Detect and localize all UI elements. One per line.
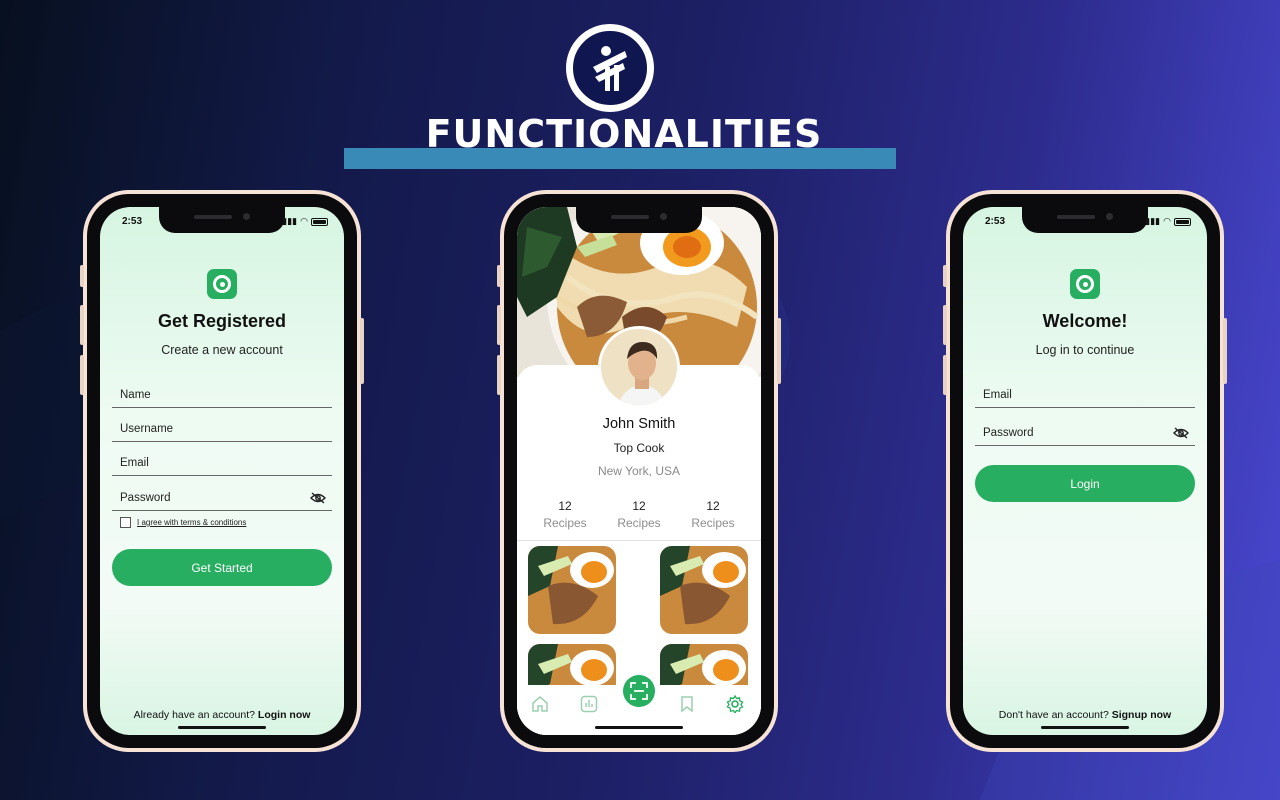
stat-label: Recipes <box>543 516 587 530</box>
terms-label[interactable]: I agree with terms & conditions <box>137 518 246 527</box>
signup-prompt: Don't have an account? Signup now <box>963 709 1207 721</box>
app-logo-icon <box>207 269 237 299</box>
stat-recipes[interactable]: 12 Recipes <box>677 499 749 530</box>
page-title: FUNCTIONALITIES <box>425 112 823 156</box>
status-time: 2:53 <box>985 216 1006 227</box>
profile-name: John Smith <box>602 416 676 432</box>
battery-icon <box>1174 217 1191 226</box>
stat-label: Recipes <box>691 516 735 530</box>
status-time: 2:53 <box>122 216 143 227</box>
login-now-link[interactable]: Login now <box>258 709 311 721</box>
profile-role: Top Cook <box>613 441 665 455</box>
status-icons: ▮▮▮ ◠ <box>1145 216 1191 227</box>
profile-screen: John Smith Top Cook New York, USA 12 Rec… <box>517 207 761 735</box>
password-field[interactable]: Password <box>112 483 332 511</box>
register-phone: 2:53 ▮▮▮ ◠ Get Registered Create a new a… <box>80 190 364 752</box>
signal-icon: ▮▮▮ <box>282 216 298 226</box>
stats-icon <box>580 695 598 713</box>
home-indicator <box>1041 726 1129 729</box>
wifi-icon: ◠ <box>300 216 308 226</box>
home-icon <box>532 696 548 712</box>
brand-figure-logo-icon <box>593 46 627 91</box>
eye-slash-icon[interactable] <box>1173 427 1189 439</box>
stat-value: 12 <box>706 499 720 513</box>
register-subtitle: Create a new account <box>161 343 283 357</box>
scan-button[interactable] <box>623 675 655 707</box>
signup-now-link[interactable]: Signup now <box>1112 709 1172 721</box>
password-field[interactable]: Password <box>975 418 1195 446</box>
terms-row[interactable]: I agree with terms & conditions <box>120 517 246 528</box>
avatar[interactable] <box>598 326 680 408</box>
brand-logo <box>566 24 654 112</box>
login-button[interactable]: Login <box>975 465 1195 502</box>
signal-icon: ▮▮▮ <box>1145 216 1161 226</box>
login-prompt: Already have an account? Login now <box>100 709 344 721</box>
app-logo-icon <box>1070 269 1100 299</box>
stats-divider <box>517 540 761 541</box>
terms-checkbox[interactable] <box>120 517 131 528</box>
recipe-thumbnail[interactable] <box>660 546 748 634</box>
password-label: Password <box>120 492 171 504</box>
stat-value: 12 <box>632 499 646 513</box>
bookmark-icon <box>681 696 693 713</box>
register-screen: 2:53 ▮▮▮ ◠ Get Registered Create a new a… <box>100 207 344 735</box>
login-phone: 2:53 ▮▮▮ ◠ Welcome! Log in to continue E… <box>943 190 1227 752</box>
get-started-button[interactable]: Get Started <box>112 549 332 586</box>
settings-icon <box>726 695 744 713</box>
password-label: Password <box>983 427 1034 439</box>
login-subtitle: Log in to continue <box>1035 343 1135 357</box>
login-screen: 2:53 ▮▮▮ ◠ Welcome! Log in to continue E… <box>963 207 1207 735</box>
scan-icon <box>630 682 648 700</box>
home-tab[interactable] <box>529 693 551 715</box>
login-title: Welcome! <box>1042 311 1128 331</box>
stat-label: Recipes <box>617 516 661 530</box>
home-indicator <box>595 726 683 729</box>
register-title: Get Registered <box>157 311 287 331</box>
profile-location: New York, USA <box>597 464 681 478</box>
signup-prompt-text: Don't have an account? <box>998 709 1109 721</box>
stat-recipes[interactable]: 12 Recipes <box>529 499 601 530</box>
wifi-icon: ◠ <box>1163 216 1171 226</box>
email-field[interactable]: Email <box>975 380 1195 408</box>
username-field[interactable]: Username <box>112 414 332 442</box>
status-icons: ▮▮▮ ◠ <box>282 216 328 227</box>
home-indicator <box>178 726 266 729</box>
profile-phone: John Smith Top Cook New York, USA 12 Rec… <box>497 190 781 752</box>
recipe-thumbnail[interactable] <box>528 546 616 634</box>
login-prompt-text: Already have an account? <box>133 709 255 721</box>
stat-value: 12 <box>558 499 572 513</box>
settings-tab[interactable] <box>724 693 746 715</box>
eye-slash-icon[interactable] <box>310 492 326 504</box>
name-field[interactable]: Name <box>112 380 332 408</box>
profile-stats: 12 Recipes 12 Recipes 12 Recipes <box>517 499 761 530</box>
battery-icon <box>311 217 328 226</box>
stat-recipes[interactable]: 12 Recipes <box>603 499 675 530</box>
stats-tab[interactable] <box>578 693 600 715</box>
bookmark-tab[interactable] <box>676 693 698 715</box>
email-field[interactable]: Email <box>112 448 332 476</box>
